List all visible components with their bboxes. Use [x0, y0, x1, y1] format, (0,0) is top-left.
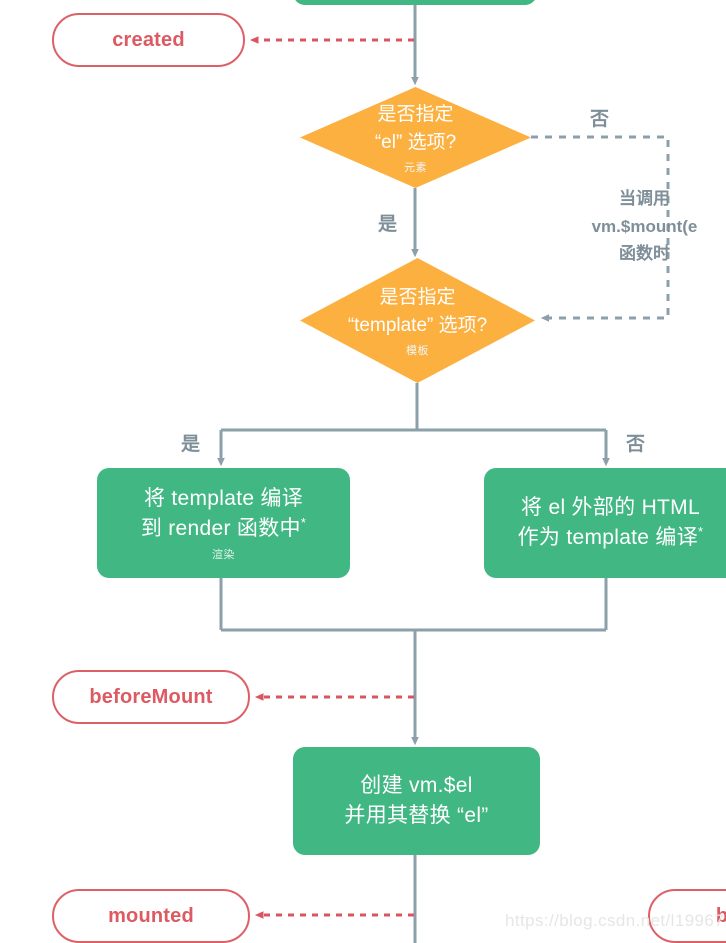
edge-compile-merge	[219, 578, 608, 746]
process-compile-template-line2-text: 到 render 函数中	[140, 517, 301, 540]
process-compile-outer-html-line1: 将 el 外部的 HTML	[521, 496, 700, 520]
flowchart-canvas: created 是否指定 “el” 选项? 元素 是否指定 “template”…	[0, 0, 726, 943]
lifecycle-hook-before-mount[interactable]: beforeMount	[52, 670, 250, 724]
decision-el-option-shape	[300, 87, 531, 188]
edge-label-el-no: 否	[590, 109, 610, 130]
edge-note-mount-call-line3: 函数时	[619, 244, 670, 264]
watermark-url: https://blog.csdn.net/l19967	[505, 911, 725, 930]
process-box-top-partial[interactable]	[293, 0, 537, 5]
decision-el-option[interactable]: 是否指定 “el” 选项? 元素	[300, 87, 531, 188]
decision-template-option-shape	[300, 258, 535, 383]
process-create-vm-el[interactable]: 创建 vm.$el 并用其替换 “el”	[293, 747, 540, 855]
edge-template-split	[217, 383, 610, 467]
process-create-vm-el-line2: 并用其替换 “el”	[344, 804, 489, 827]
process-create-vm-el-line1: 创建 vm.$el	[360, 774, 473, 798]
edge-note-mount-call-line1: 当调用	[619, 189, 670, 208]
edge-note-mount-call: 当调用 vm.$mount(e 函数时	[563, 185, 726, 268]
process-compile-template-line1: 将 template 编译	[143, 487, 304, 511]
decision-template-option[interactable]: 是否指定 “template” 选项? 模板	[300, 258, 535, 383]
lifecycle-hook-mounted-label: mounted	[108, 904, 194, 927]
process-compile-template-gloss: 渲染	[212, 548, 235, 561]
lifecycle-hook-created[interactable]: created	[52, 13, 245, 67]
process-compile-outer-html-line2: 作为 template 编译*	[518, 523, 704, 553]
process-compile-template-line2: 到 render 函数中*	[141, 514, 306, 544]
process-compile-template[interactable]: 将 template 编译 到 render 函数中* 渲染	[97, 468, 350, 578]
lifecycle-hook-mounted[interactable]: mounted	[52, 889, 250, 943]
edge-label-template-no: 否	[626, 434, 646, 455]
lifecycle-hook-before-mount-label: beforeMount	[89, 685, 213, 708]
edge-label-el-yes: 是	[378, 214, 398, 235]
process-compile-outer-html-superscript: *	[698, 524, 704, 539]
process-compile-outer-html[interactable]: 将 el 外部的 HTML 作为 template 编译*	[484, 468, 726, 578]
edge-label-template-yes: 是	[181, 434, 201, 455]
process-compile-template-superscript: *	[300, 515, 307, 530]
edge-note-mount-call-line2: vm.$mount(e	[591, 216, 698, 236]
lifecycle-hook-created-label: created	[112, 28, 185, 51]
process-compile-outer-html-line2-text: 作为 template 编译	[517, 526, 699, 549]
